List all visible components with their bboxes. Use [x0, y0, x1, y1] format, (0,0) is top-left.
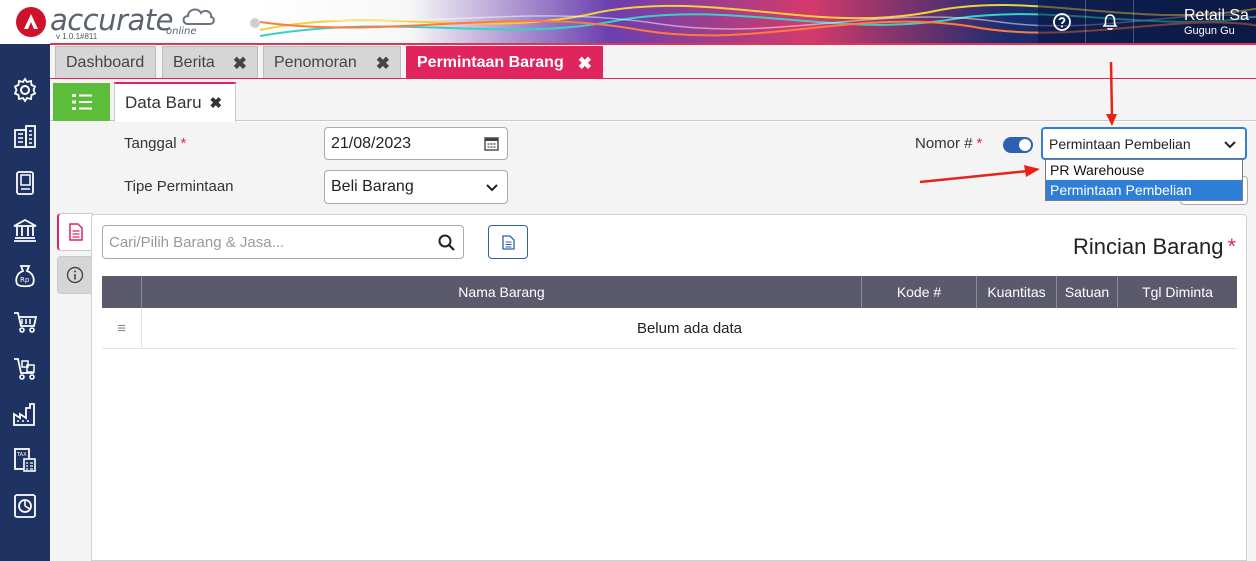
building-icon [14, 125, 36, 148]
sidebar-item-settings[interactable] [11, 76, 39, 104]
svg-text:TAX: TAX [16, 452, 27, 458]
sidebar-item-cash[interactable]: Rp [11, 262, 39, 290]
tipe-permintaan-label: Tipe Permintaan [124, 178, 234, 195]
bank-icon [13, 218, 37, 242]
cart-icon [14, 312, 38, 333]
items-table-header: Nama Barang Kode # Kuantitas Satuan Tgl … [102, 276, 1237, 308]
tanggal-label: Tanggal * [124, 135, 186, 152]
tanggal-label-text: Tanggal [124, 135, 177, 152]
tab-detail-items[interactable] [57, 213, 93, 251]
detail-panel [91, 214, 1247, 561]
tab-label: Data Baru [125, 93, 202, 112]
help-button[interactable] [1038, 0, 1086, 44]
section-title: Rincian Barang * [1073, 234, 1236, 260]
table-row: ≡ Belum ada data [102, 307, 1237, 349]
column-header-tgl-diminta[interactable]: Tgl Diminta [1118, 276, 1237, 308]
close-icon[interactable]: ✖ [210, 94, 223, 112]
svg-text:Rp: Rp [20, 276, 30, 284]
sidebar-item-purchase[interactable] [11, 355, 39, 383]
app-window: accurate online v 1.0.1#811 Retail Sa Gu… [0, 0, 1256, 561]
question-circle-icon [1052, 13, 1071, 31]
sidebar-item-sales[interactable] [11, 308, 39, 336]
option-permintaan-pembelian[interactable]: Permintaan Pembelian [1046, 180, 1242, 200]
sidebar-item-bank[interactable] [11, 216, 39, 244]
tab-permintaan-barang[interactable]: Permintaan Barang ✖ [406, 46, 603, 78]
user-name: Gugun Gu [1184, 25, 1235, 37]
empty-table-message: Belum ada data [636, 319, 743, 337]
nomor-select[interactable]: Permintaan Pembelian [1041, 127, 1247, 160]
tab-info[interactable] [57, 256, 93, 294]
search-icon[interactable] [438, 234, 455, 251]
option-pr-warehouse[interactable]: PR Warehouse [1046, 160, 1242, 180]
calendar-icon[interactable] [484, 136, 499, 151]
top-header: accurate online v 1.0.1#811 Retail Sa Gu… [0, 0, 1256, 44]
column-header-nama-barang[interactable]: Nama Barang [142, 276, 862, 308]
sidebar-item-ledger[interactable] [11, 169, 39, 197]
required-mark: * [1227, 234, 1236, 259]
nomor-select-value: Permintaan Pembelian [1049, 135, 1191, 152]
factory-icon [13, 403, 35, 426]
cloud-icon [182, 8, 215, 25]
app-version: v 1.0.1#811 [56, 32, 98, 41]
header-actions: Retail Sa Gugun Gu [1038, 0, 1256, 44]
column-header-kode[interactable]: Kode # [862, 276, 977, 308]
tab-data-baru[interactable]: Data Baru ✖ [114, 82, 236, 122]
status-dot [250, 18, 260, 28]
tab-penomoran[interactable]: Penomoran ✖ [263, 46, 401, 78]
info-icon [66, 266, 84, 284]
sidebar: Rp TAX [0, 44, 50, 561]
document-button[interactable] [488, 225, 528, 259]
nomor-label: Nomor # * [915, 135, 982, 152]
sidebar-item-inventory[interactable] [11, 401, 39, 429]
sidebar-item-tax[interactable]: TAX [11, 446, 39, 474]
list-icon [71, 94, 92, 110]
close-icon[interactable]: ✖ [233, 54, 247, 74]
chevron-down-icon [486, 184, 498, 192]
gear-icon [13, 77, 37, 103]
tab-label: Berita [173, 53, 215, 71]
column-header-handle [102, 276, 142, 308]
tab-label: Penomoran [274, 53, 357, 71]
close-icon[interactable]: ✖ [376, 54, 390, 74]
nomor-dropdown-list: PR Warehouse Permintaan Pembelian [1045, 159, 1243, 201]
required-mark: * [976, 135, 983, 152]
report-chart-icon [14, 494, 36, 518]
module-tabs: Dashboard Berita ✖ Penomoran ✖ Permintaa… [50, 45, 1256, 79]
tipe-permintaan-select[interactable]: Beli Barang [324, 170, 508, 204]
company-name: Retail Sa [1184, 7, 1249, 24]
book-icon [16, 171, 34, 195]
logo-mark-icon [16, 7, 46, 37]
company-switcher[interactable]: Retail Sa Gugun Gu [1134, 7, 1256, 37]
list-view-button[interactable] [53, 83, 110, 121]
bell-icon [1101, 14, 1118, 30]
drag-handle-icon[interactable]: ≡ [102, 307, 142, 349]
tanggal-field[interactable]: 21/08/2023 [324, 127, 508, 160]
sidebar-item-company[interactable] [11, 123, 39, 151]
toggle-knob [1019, 139, 1031, 151]
tax-calculator-icon: TAX [14, 448, 36, 472]
money-bag-icon: Rp [15, 265, 35, 288]
tanggal-value: 21/08/2023 [331, 134, 412, 152]
section-title-text: Rincian Barang [1073, 234, 1224, 259]
document-icon [68, 223, 83, 241]
tipe-permintaan-value: Beli Barang [331, 178, 414, 195]
document-icon [501, 234, 515, 250]
search-placeholder: Cari/Pilih Barang & Jasa... [109, 233, 285, 251]
chevron-down-icon [1224, 141, 1236, 149]
column-header-satuan[interactable]: Satuan [1057, 276, 1118, 308]
close-icon[interactable]: ✖ [578, 54, 592, 74]
tab-label: Permintaan Barang [417, 53, 564, 71]
tab-label: Dashboard [66, 53, 145, 71]
required-mark: * [180, 135, 187, 152]
item-search-input[interactable]: Cari/Pilih Barang & Jasa... [102, 225, 464, 259]
nomor-label-text: Nomor # [915, 135, 973, 152]
tab-dashboard[interactable]: Dashboard [55, 46, 156, 78]
notification-button[interactable] [1086, 0, 1134, 44]
tab-berita[interactable]: Berita ✖ [162, 46, 258, 78]
nomor-auto-toggle[interactable] [1003, 137, 1033, 153]
sidebar-item-reports[interactable] [11, 492, 39, 520]
logo-online: online [166, 26, 197, 37]
column-header-kuantitas[interactable]: Kuantitas [977, 276, 1057, 308]
cart-stock-icon [14, 358, 35, 380]
